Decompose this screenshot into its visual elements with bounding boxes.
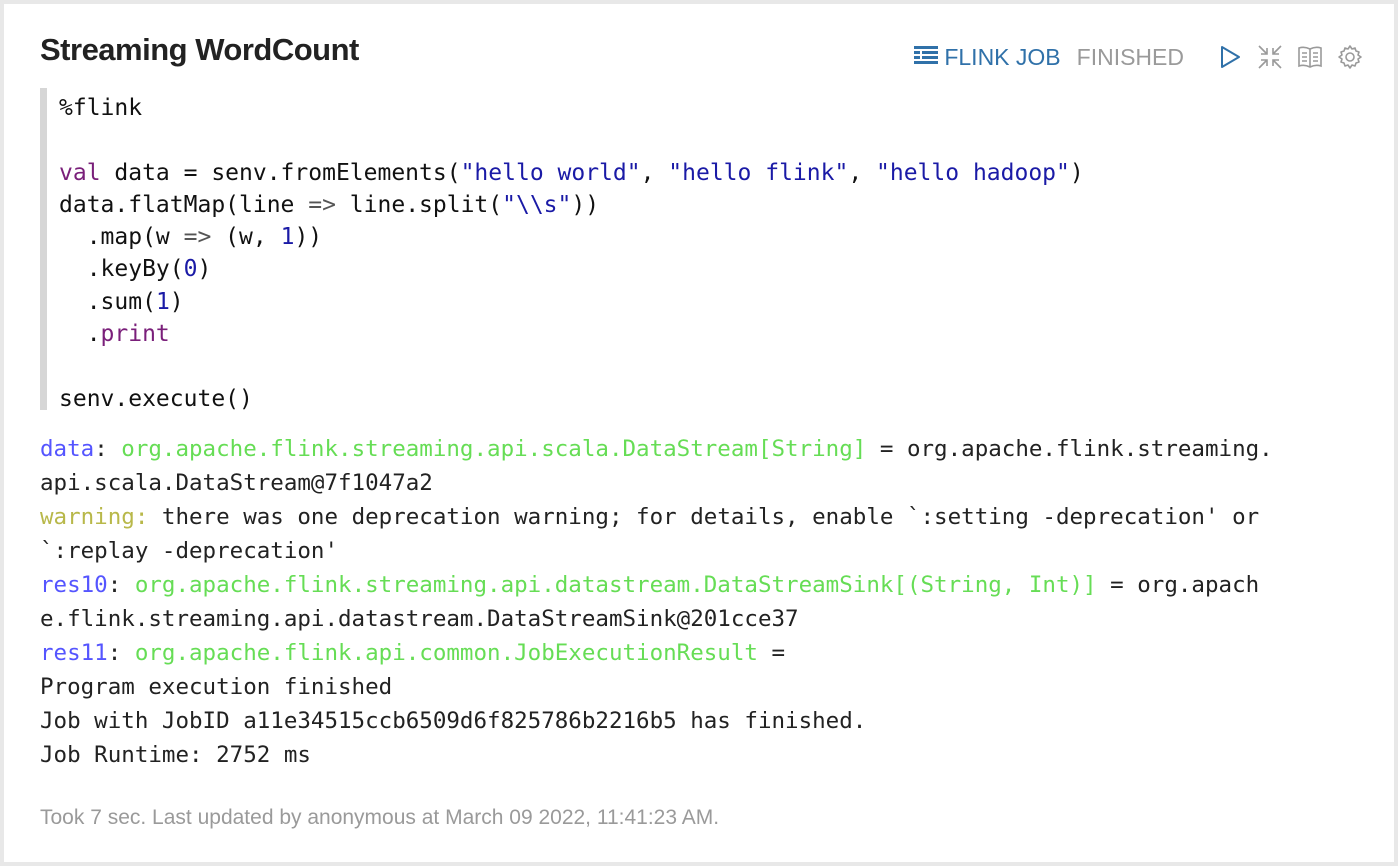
output-line: Job with JobID a11e34515ccb6509d6f825786… — [40, 708, 867, 734]
output-line: api.scala.DataStream@7f1047a2 — [40, 470, 433, 496]
output-line: res11: org.apache.flink.api.common.JobEx… — [40, 640, 786, 666]
gear-icon[interactable] — [1336, 43, 1364, 71]
output-line: `:replay -deprecation' — [40, 538, 339, 564]
paragraph-controls: FLINK JOB FINISHED — [914, 42, 1364, 72]
code-line: .sum(1) — [59, 288, 184, 315]
code-editor[interactable]: %flink val data = senv.fromElements("hel… — [40, 88, 1350, 412]
output-line: Job Runtime: 2752 ms — [40, 742, 311, 768]
code-line: val data = senv.fromElements("hello worl… — [59, 159, 1084, 186]
output-line: data: org.apache.flink.streaming.api.sca… — [40, 436, 1273, 462]
code-line: .print — [59, 321, 170, 348]
code-line: senv.execute() — [59, 385, 253, 412]
output-line: e.flink.streaming.api.datastream.DataStr… — [40, 606, 799, 632]
notebook-paragraph: Streaming WordCount FLINK JOB FINISHED %… — [4, 4, 1394, 862]
paragraph-title[interactable]: Streaming WordCount — [40, 32, 359, 68]
play-icon[interactable] — [1216, 43, 1244, 71]
output-line: Program execution finished — [40, 674, 393, 700]
code-line: %flink — [59, 95, 143, 121]
output-line: warning: there was one deprecation warni… — [40, 504, 1260, 530]
book-icon[interactable] — [1296, 43, 1324, 71]
code-line: data.flatMap(line => line.split("\\s")) — [59, 191, 600, 218]
flink-job-label: FLINK JOB — [944, 43, 1061, 70]
paragraph-output: data: org.apache.flink.streaming.api.sca… — [40, 432, 1360, 772]
output-line: res10: org.apache.flink.streaming.api.da… — [40, 572, 1260, 598]
compress-icon[interactable] — [1256, 43, 1284, 71]
code-line: .map(w => (w, 1)) — [59, 224, 323, 251]
list-icon — [914, 44, 944, 71]
status-label: FINISHED — [1076, 43, 1184, 70]
paragraph-footer: Took 7 sec. Last updated by anonymous at… — [40, 806, 720, 829]
code-line: .keyBy(0) — [59, 256, 212, 283]
flink-job-link[interactable]: FLINK JOB — [914, 43, 1061, 71]
